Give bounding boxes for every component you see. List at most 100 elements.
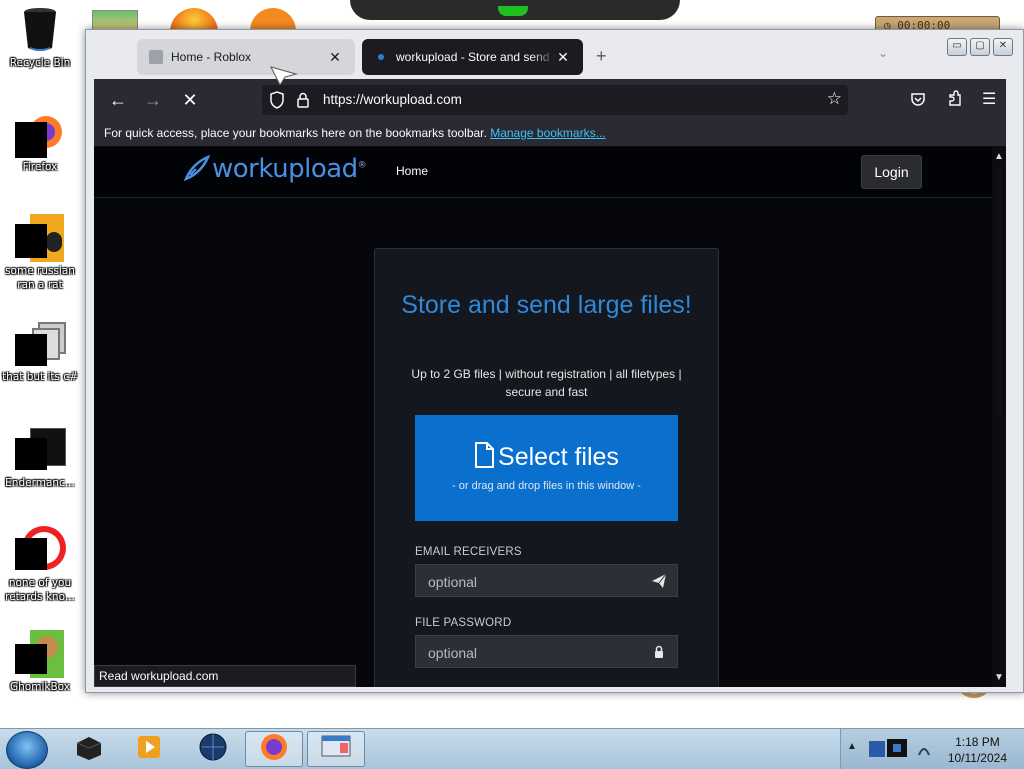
nav-toolbar: ← → ✕ https://workupload.com ☆ ☰ — [94, 79, 1006, 121]
logo-text: workupload — [212, 154, 358, 184]
tab-strip: Home - Roblox ✕ workupload - Store and s… — [86, 30, 1023, 80]
desktop-icon-label: Recycle Bin — [9, 57, 71, 69]
back-arrow-icon[interactable]: ← — [106, 88, 130, 112]
page-scrollbar[interactable]: ▲ ▼ — [992, 147, 1006, 687]
web-page: workupload® Home Login Store and send la… — [94, 147, 992, 687]
select-files-label: Select files — [498, 443, 619, 471]
email-receivers-field[interactable] — [415, 564, 678, 598]
file-password-field[interactable] — [415, 635, 678, 669]
dock-indicator — [498, 6, 528, 16]
desktop-icon-russian-rat[interactable]: some russian ran a rat — [0, 214, 80, 292]
feature-subline: Up to 2 GB files | without registration … — [411, 367, 682, 399]
tab-title: workupload - Store and send large files — [396, 50, 555, 64]
menu-hamburger-icon[interactable]: ☰ — [982, 89, 996, 109]
network-icon[interactable] — [917, 741, 931, 762]
scroll-thumb[interactable] — [996, 167, 1002, 417]
taskbar-firefox[interactable] — [245, 731, 303, 767]
close-tab-icon[interactable]: ✕ — [555, 49, 571, 66]
clock-date: 10/11/2024 — [947, 751, 1007, 765]
lock-icon[interactable] — [296, 92, 310, 113]
media-player-icon — [135, 733, 163, 766]
lock-icon — [651, 644, 667, 660]
status-bar: Read workupload.com — [94, 665, 356, 687]
nav-home-link[interactable]: Home — [396, 164, 428, 178]
file-password-input[interactable] — [416, 636, 650, 669]
computer-window-icon — [320, 733, 352, 766]
desktop-icon-ghomikbox[interactable]: GhomikBox — [0, 630, 80, 694]
desktop-icon-firefox[interactable]: Firefox — [0, 110, 80, 174]
hamster-box-icon — [15, 630, 64, 678]
scroll-down-icon[interactable]: ▼ — [994, 672, 1004, 683]
system-tray: ▲ 1:18 PM 10/11/2024 — [840, 729, 1024, 769]
url-text: https://workupload.com — [323, 92, 462, 107]
desktop-icon-that-but-csharp[interactable]: that but its c# — [0, 320, 80, 384]
app-icon — [15, 214, 64, 262]
start-button[interactable] — [6, 731, 48, 769]
taskbar: ▲ 1:18 PM 10/11/2024 — [0, 728, 1024, 769]
shield-icon[interactable] — [269, 91, 285, 114]
desktop-icon-label: some russian ran a rat — [5, 265, 75, 291]
firefox-icon — [15, 110, 64, 158]
tab-workupload[interactable]: workupload - Store and send large files … — [362, 39, 583, 75]
file-password-label: FILE PASSWORD — [415, 617, 512, 629]
taskbar-app-1[interactable] — [60, 731, 118, 767]
stop-loading-icon[interactable]: ✕ — [178, 88, 202, 112]
desktop-icon-label: GhomikBox — [10, 681, 70, 693]
desktop-icon-label: Endermanc... — [5, 477, 75, 489]
desktop-icon-label: none of you retards kno... — [5, 577, 75, 603]
bookmarks-toolbar: For quick access, place your bookmarks h… — [94, 121, 1006, 147]
drag-drop-hint: - or drag and drop files in this window … — [452, 480, 641, 492]
bookmarks-hint: For quick access, place your bookmarks h… — [104, 126, 487, 140]
email-receivers-label: EMAIL RECEIVERS — [415, 546, 522, 558]
mouse-cursor-icon — [270, 66, 298, 91]
send-plane-icon[interactable] — [651, 573, 667, 589]
workupload-logo[interactable]: workupload® — [183, 154, 367, 184]
show-hidden-icons-icon[interactable]: ▲ — [847, 741, 857, 752]
window-stack-icon — [15, 320, 66, 368]
desktop-icon-endermanch[interactable]: Endermanc... — [0, 426, 80, 490]
extensions-icon[interactable] — [947, 90, 963, 113]
login-button[interactable]: Login — [861, 155, 922, 189]
desktop-icon-label: Firefox — [22, 161, 58, 173]
close-window-button[interactable]: ✕ — [993, 38, 1013, 56]
browser-viewport: ← → ✕ https://workupload.com ☆ ☰ For qui… — [94, 79, 1006, 687]
device-tray-icon[interactable] — [867, 737, 913, 766]
app-icon — [15, 526, 66, 574]
new-tab-icon[interactable]: + — [596, 46, 607, 67]
taskbar-globe-app[interactable] — [184, 731, 242, 767]
minimize-button[interactable]: ▭ — [947, 38, 967, 56]
rocket-logo-icon — [183, 154, 211, 182]
loading-dot-icon — [378, 54, 384, 60]
scroll-up-icon[interactable]: ▲ — [994, 151, 1004, 162]
browser-window: Home - Roblox ✕ workupload - Store and s… — [85, 29, 1024, 693]
terminal-icon — [15, 426, 66, 474]
bookmark-star-icon[interactable]: ☆ — [827, 89, 842, 109]
desktop-icon-none-of-you[interactable]: none of you retards kno... — [0, 526, 80, 604]
url-bar[interactable]: https://workupload.com ☆ — [262, 85, 848, 115]
taskbar-explorer[interactable] — [307, 731, 365, 767]
taskbar-media-player[interactable] — [120, 731, 178, 767]
registered-mark: ® — [357, 160, 367, 171]
pocket-icon[interactable] — [910, 91, 926, 112]
clock-time: 1:18 PM — [955, 735, 1000, 749]
desktop-icon-label: that but its c# — [2, 371, 78, 383]
list-tabs-icon[interactable]: ⌄ — [878, 46, 888, 60]
site-header: workupload® Home Login — [94, 147, 992, 198]
select-files-button[interactable]: Select files - or drag and drop files in… — [415, 415, 678, 521]
tab-roblox[interactable]: Home - Roblox ✕ — [137, 39, 355, 75]
upload-card: Store and send large files! Up to 2 GB f… — [374, 248, 719, 687]
maximize-button[interactable]: ▢ — [970, 38, 990, 56]
close-tab-icon[interactable]: ✕ — [327, 49, 343, 66]
recycle-bin-icon — [16, 6, 64, 54]
tab-title: Home - Roblox — [171, 50, 252, 64]
email-receivers-input[interactable] — [416, 565, 650, 598]
manage-bookmarks-link[interactable]: Manage bookmarks... — [490, 126, 605, 140]
black-box-icon — [73, 733, 105, 766]
firefox-icon — [259, 732, 289, 767]
top-dock — [350, 0, 680, 20]
headline: Store and send large files! — [401, 291, 692, 319]
forward-arrow-icon[interactable]: → — [141, 88, 165, 112]
desktop-icon-recycle-bin[interactable]: Recycle Bin — [0, 6, 80, 70]
roblox-favicon-icon — [149, 50, 163, 64]
clock[interactable]: 1:18 PM 10/11/2024 — [948, 734, 1007, 766]
